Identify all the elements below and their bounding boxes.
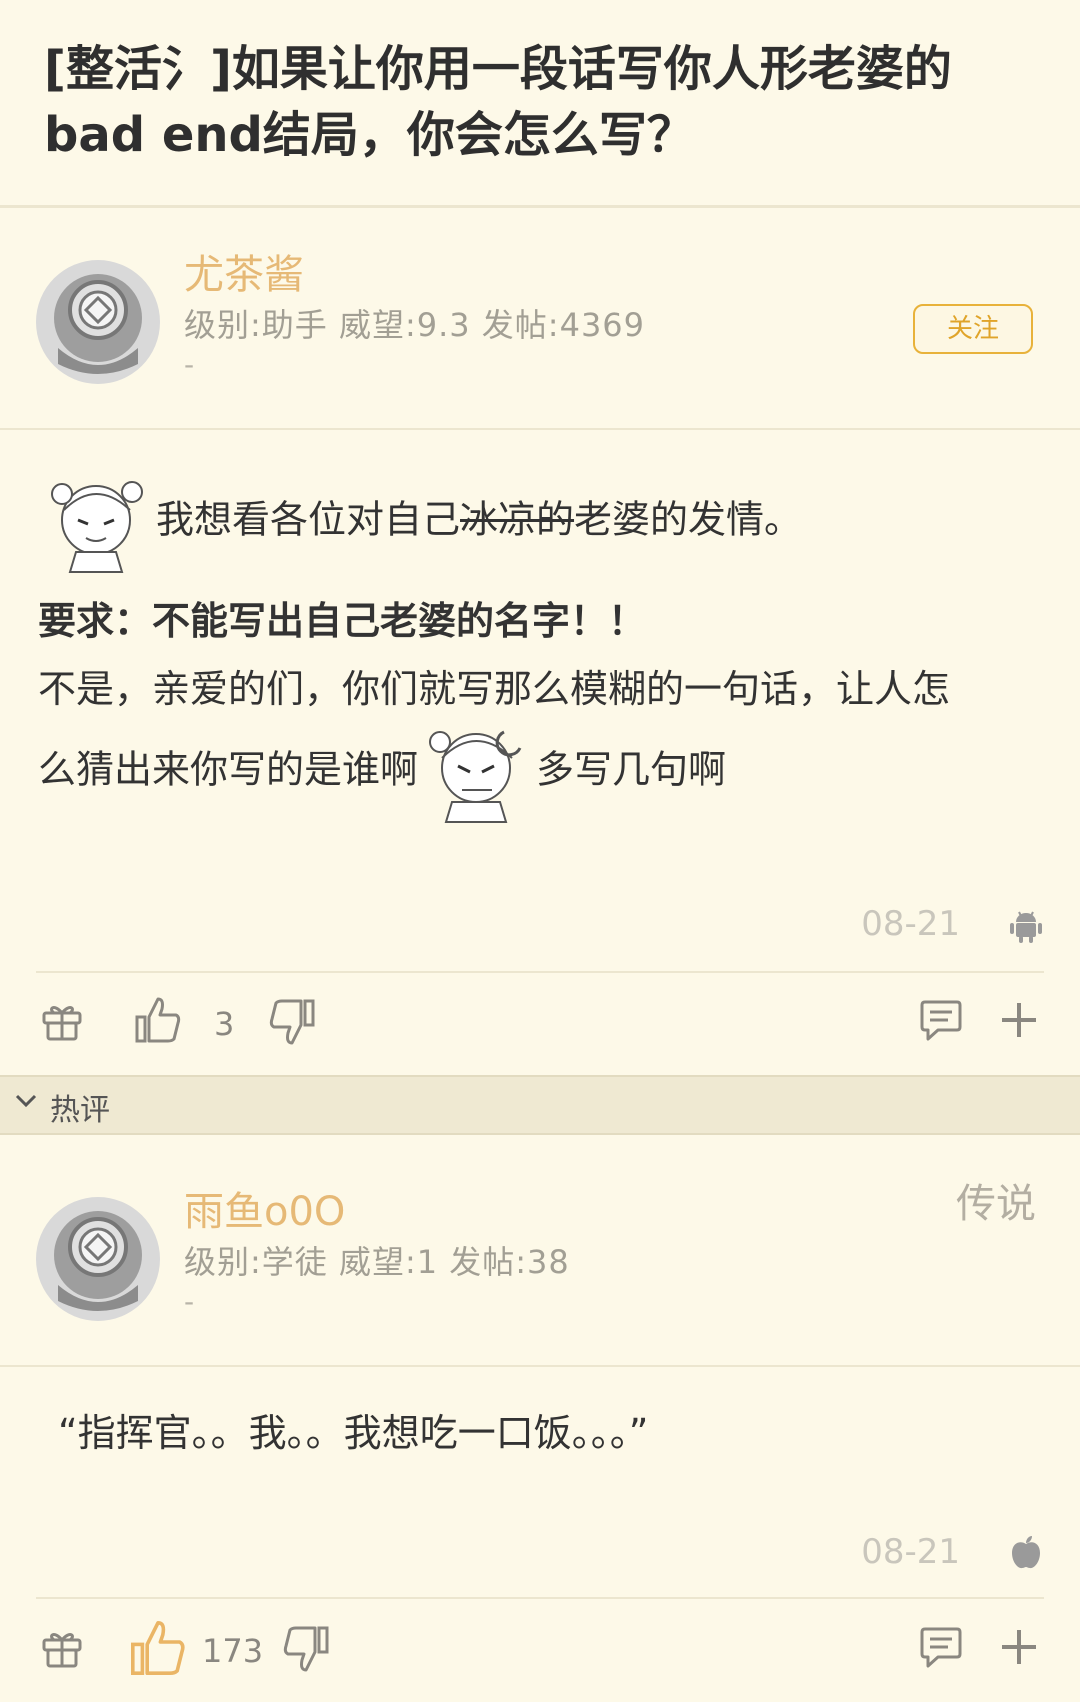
thumbs-down-icon[interactable] [282,1624,330,1674]
sticker-icon [429,730,522,823]
reply-divider [36,1597,1044,1599]
thumbs-up-icon[interactable] [134,995,182,1045]
reply-user-signature: - [184,1285,195,1318]
thread-title-block: [整活氵]如果让你用一段话写你人形老婆的bad end结局，你会怎么写？ [0,0,1080,208]
reply-author-header: 雨鱼o0O 传说 级别:学徒 威望:1 发帖:38 - [0,1145,1080,1367]
apple-icon [1012,1536,1040,1569]
reply-post-date: 08-21 [861,1532,960,1572]
op-body-line4-pre: 么猜出来你写的是谁啊 [38,747,419,792]
plus-icon[interactable] [998,999,1040,1041]
reply-username[interactable]: 雨鱼o0O [184,1179,345,1237]
thumbs-up-icon[interactable] [128,1618,188,1678]
reply-user-stats: 级别:学徒 威望:1 发帖:38 [184,1243,570,1281]
hot-comments-label: 热评 [50,1093,110,1128]
op-divider [36,971,1044,973]
comment-icon[interactable] [918,1626,964,1670]
comment-icon[interactable] [918,999,964,1043]
op-body-line1-pre: 我想看各位对自己 [156,497,461,542]
plus-icon[interactable] [998,1626,1040,1668]
follow-button[interactable]: 关注 [913,304,1033,354]
op-body-line4-post: 多写几句啊 [536,747,727,792]
op-like-count: 3 [214,1005,235,1043]
reply-body-text: “指挥官。。我。。我想吃一口饭。。。” [58,1411,649,1455]
reply-rank-badge: 传说 [956,1181,1036,1227]
op-body-line3: 不是，亲爱的们，你们就写那么模糊的一句话，让人怎 [38,667,951,711]
op-post-date: 08-21 [861,904,960,944]
gift-icon[interactable] [40,1626,84,1670]
chevron-down-icon[interactable] [14,1093,38,1109]
op-body-line1-strike: 冰凉的 [460,497,575,542]
op-body-line1-post: 老婆的发情。 [574,497,803,542]
sticker-icon [51,481,143,573]
thumbs-down-icon[interactable] [268,997,316,1047]
helmet-avatar-icon[interactable] [36,260,160,384]
op-user-stats: 级别:助手 威望:9.3 发帖:4369 [184,306,646,344]
hot-comments-header[interactable]: 热评 [0,1075,1080,1135]
reply-action-bar: 173 [0,1612,1080,1692]
op-post-body: 我想看各位对自己冰凉的老婆的发情。 要求：不能写出自己老婆的名字！！ 不是，亲爱… [38,468,1048,848]
op-action-bar: 3 [0,985,1080,1065]
gift-icon[interactable] [40,999,84,1043]
helmet-avatar-icon[interactable] [36,1197,160,1321]
op-body-line2: 要求：不能写出自己老婆的名字！！ [38,599,647,643]
op-user-signature: - [184,348,195,381]
reply-like-count: 173 [202,1632,264,1670]
thread-title: [整活氵]如果让你用一段话写你人形老婆的bad end结局，你会怎么写？ [44,41,952,163]
op-username[interactable]: 尤茶酱 [184,242,304,300]
android-icon [1010,911,1042,943]
